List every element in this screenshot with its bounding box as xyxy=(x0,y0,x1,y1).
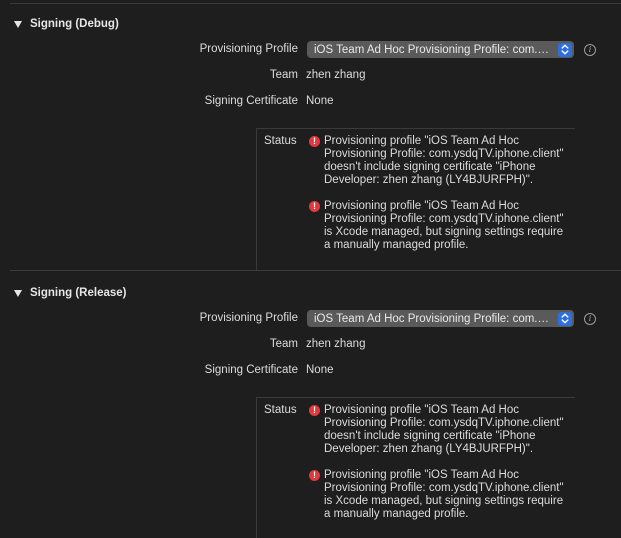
team-value: zhen zhang xyxy=(306,338,366,350)
disclosure-triangle-down-icon[interactable] xyxy=(14,21,22,28)
signing-debug-section: Signing (Debug) Provisioning Profile iOS… xyxy=(0,8,621,271)
signing-settings-pane: Signing (Debug) Provisioning Profile iOS… xyxy=(0,0,621,538)
provisioning-profile-popup[interactable]: iOS Team Ad Hoc Provisioning Profile: co… xyxy=(307,310,574,327)
info-circle-icon[interactable]: i xyxy=(584,44,596,56)
team-label: Team xyxy=(269,69,298,81)
provisioning-profile-value: iOS Team Ad Hoc Provisioning Profile: co… xyxy=(314,312,558,325)
chevron-up-down-icon[interactable] xyxy=(558,42,572,57)
error-exclamation-icon: ! xyxy=(309,201,320,212)
status-label: Status xyxy=(264,135,297,147)
provisioning-profile-label: Provisioning Profile xyxy=(199,312,298,324)
error-message: ! Provisioning profile "iOS Team Ad Hoc … xyxy=(309,200,576,252)
section-header-debug[interactable]: Signing (Debug) xyxy=(14,16,119,32)
error-exclamation-icon: ! xyxy=(309,405,320,416)
provisioning-profile-popup[interactable]: iOS Team Ad Hoc Provisioning Profile: co… xyxy=(307,41,574,58)
error-text: Provisioning profile "iOS Team Ad Hoc Pr… xyxy=(324,135,564,186)
top-divider xyxy=(10,3,621,4)
error-exclamation-icon: ! xyxy=(309,136,320,147)
provisioning-profile-label: Provisioning Profile xyxy=(199,43,298,55)
info-circle-icon[interactable]: i xyxy=(584,313,596,325)
team-label: Team xyxy=(269,338,298,350)
error-exclamation-icon: ! xyxy=(309,470,320,481)
signing-certificate-label: Signing Certificate xyxy=(204,364,298,376)
section-header-release[interactable]: Signing (Release) xyxy=(14,285,127,301)
team-value: zhen zhang xyxy=(306,69,366,81)
signing-release-section: Signing (Release) Provisioning Profile i… xyxy=(0,277,621,538)
provisioning-profile-value: iOS Team Ad Hoc Provisioning Profile: co… xyxy=(314,43,558,56)
error-message: ! Provisioning profile "iOS Team Ad Hoc … xyxy=(309,404,576,456)
signing-certificate-label: Signing Certificate xyxy=(204,95,298,107)
error-text: Provisioning profile "iOS Team Ad Hoc Pr… xyxy=(324,404,564,455)
signing-certificate-value: None xyxy=(306,364,334,376)
disclosure-triangle-down-icon[interactable] xyxy=(14,290,22,297)
status-label: Status xyxy=(264,404,297,416)
error-text: Provisioning profile "iOS Team Ad Hoc Pr… xyxy=(324,200,564,251)
section-title: Signing (Release) xyxy=(30,287,127,299)
chevron-up-down-icon[interactable] xyxy=(558,311,572,326)
error-text: Provisioning profile "iOS Team Ad Hoc Pr… xyxy=(324,469,564,520)
signing-certificate-value: None xyxy=(306,95,334,107)
error-message: ! Provisioning profile "iOS Team Ad Hoc … xyxy=(309,135,576,187)
section-divider xyxy=(10,270,621,271)
section-title: Signing (Debug) xyxy=(30,18,119,30)
error-message: ! Provisioning profile "iOS Team Ad Hoc … xyxy=(309,469,576,521)
